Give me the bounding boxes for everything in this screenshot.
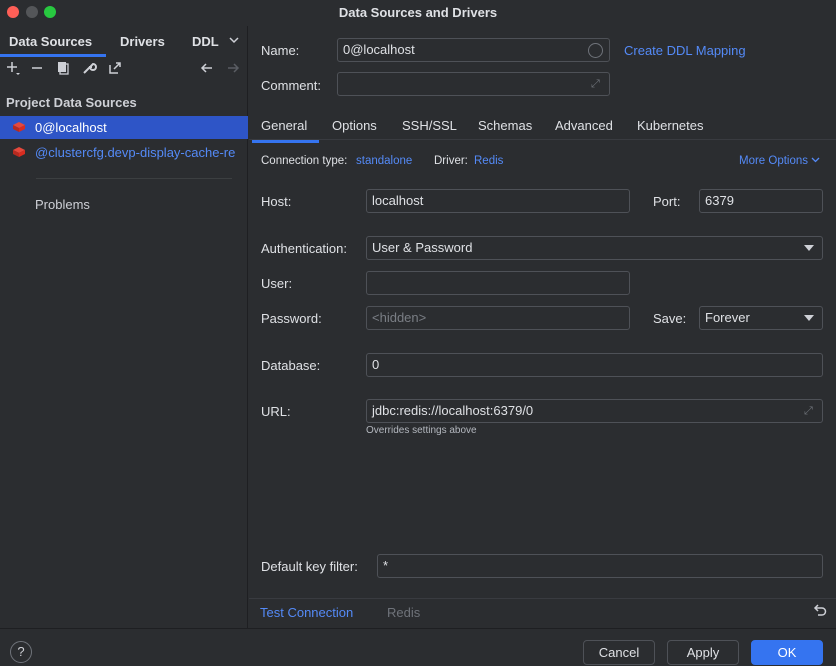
add-icon[interactable] — [4, 60, 22, 78]
sidebar-divider — [36, 178, 232, 179]
more-options-label: More Options — [739, 155, 809, 167]
authentication-value: User & Password — [372, 240, 473, 255]
jump-to-source-icon[interactable] — [106, 60, 124, 78]
default-key-filter-value: * — [383, 558, 389, 573]
expand-icon[interactable]: ⤢ — [804, 405, 816, 417]
password-placeholder: <hidden> — [372, 310, 427, 325]
password-field[interactable]: <hidden> — [366, 306, 630, 330]
port-value: 6379 — [705, 193, 734, 208]
main-panel: Name: 0@localhost Create DDL Mapping Com… — [249, 26, 836, 628]
title-bar: Data Sources and Drivers — [0, 0, 836, 26]
duplicate-icon[interactable] — [54, 60, 72, 78]
sidebar-toolbar — [0, 60, 248, 82]
tab-advanced[interactable]: Advanced — [555, 118, 613, 133]
save-dropdown[interactable]: Forever — [699, 306, 823, 330]
sidebar-tabs: Data Sources Drivers DDL — [0, 30, 248, 57]
settings-tabs: General Options SSH/SSL Schemas Advanced… — [249, 110, 836, 143]
color-circle-icon[interactable] — [588, 43, 603, 58]
tab-ddl[interactable]: DDL — [192, 34, 219, 49]
host-field[interactable]: localhost — [366, 189, 630, 213]
help-button[interactable]: ? — [10, 641, 32, 663]
default-key-filter-field[interactable]: * — [377, 554, 823, 578]
driver-label: Driver: — [434, 155, 468, 167]
data-source-label: 0@localhost — [35, 120, 107, 135]
tab-data-sources[interactable]: Data Sources — [0, 34, 107, 57]
database-field[interactable]: 0 — [366, 353, 823, 377]
connection-type-label: Connection type: — [261, 155, 348, 167]
cancel-button[interactable]: Cancel — [583, 640, 655, 665]
port-field[interactable]: 6379 — [699, 189, 823, 213]
connection-type-link[interactable]: standalone — [356, 155, 412, 167]
data-source-item[interactable]: 0@localhost — [0, 116, 248, 139]
connection-bar: Test Connection Redis — [249, 598, 836, 628]
project-data-sources-heading: Project Data Sources — [6, 95, 137, 110]
url-value: jdbc:redis://localhost:6379/0 — [372, 403, 534, 418]
dropdown-arrow-icon — [804, 245, 814, 251]
problems-item[interactable]: Problems — [35, 197, 90, 212]
url-label: URL: — [261, 404, 291, 419]
window-title: Data Sources and Drivers — [338, 5, 498, 20]
driver-link[interactable]: Redis — [474, 155, 503, 167]
authentication-dropdown[interactable]: User & Password — [366, 236, 823, 260]
sidebar: Data Sources Drivers DDL Project Data So… — [0, 26, 248, 628]
tab-ssh-ssl[interactable]: SSH/SSL — [402, 118, 457, 133]
driver-name-label: Redis — [387, 605, 421, 620]
chevron-down-icon[interactable] — [225, 32, 243, 50]
user-field[interactable] — [366, 271, 630, 295]
comment-label: Comment: — [261, 78, 321, 93]
name-value: 0@localhost — [343, 42, 415, 57]
data-source-item[interactable]: @clustercfg.devp-display-cache-re — [0, 141, 248, 164]
dropdown-arrow-icon — [804, 315, 814, 321]
wrench-icon[interactable] — [80, 60, 98, 78]
name-field[interactable]: 0@localhost — [337, 38, 610, 62]
tab-schemas[interactable]: Schemas — [478, 118, 532, 133]
tab-options[interactable]: Options — [332, 118, 377, 133]
apply-button[interactable]: Apply — [667, 640, 739, 665]
more-options-link[interactable]: More Options — [739, 155, 820, 167]
default-key-filter-label: Default key filter: — [261, 559, 358, 574]
host-label: Host: — [261, 194, 292, 209]
database-label: Database: — [261, 358, 321, 373]
database-value: 0 — [372, 357, 380, 372]
ok-button[interactable]: OK — [751, 640, 823, 665]
save-label: Save: — [653, 311, 687, 326]
user-label: User: — [261, 276, 293, 291]
redis-icon — [13, 122, 25, 132]
save-value: Forever — [705, 310, 750, 325]
expand-icon[interactable]: ⤢ — [591, 78, 603, 90]
data-source-label: @clustercfg.devp-display-cache-re — [35, 145, 236, 160]
tab-drivers[interactable]: Drivers — [120, 34, 165, 49]
test-connection-link[interactable]: Test Connection — [260, 605, 353, 620]
tab-kubernetes[interactable]: Kubernetes — [637, 118, 704, 133]
password-label: Password: — [261, 311, 322, 326]
back-arrow-icon[interactable] — [198, 60, 216, 78]
host-value: localhost — [372, 193, 424, 208]
remove-icon[interactable] — [28, 60, 46, 78]
forward-arrow-icon[interactable] — [224, 60, 242, 78]
comment-field[interactable]: ⤢ — [337, 72, 610, 96]
port-label: Port: — [653, 194, 681, 209]
tab-general[interactable]: General — [251, 118, 320, 143]
url-hint: Overrides settings above — [366, 425, 477, 436]
create-ddl-mapping-link[interactable]: Create DDL Mapping — [624, 43, 746, 58]
url-field[interactable]: jdbc:redis://localhost:6379/0 ⤢ — [366, 399, 823, 423]
name-label: Name: — [261, 43, 300, 58]
chevron-down-icon — [811, 157, 820, 163]
redis-icon — [13, 147, 25, 157]
dialog-footer: ? Cancel Apply OK — [0, 628, 836, 666]
authentication-label: Authentication: — [261, 241, 348, 256]
reset-icon[interactable] — [811, 603, 829, 621]
